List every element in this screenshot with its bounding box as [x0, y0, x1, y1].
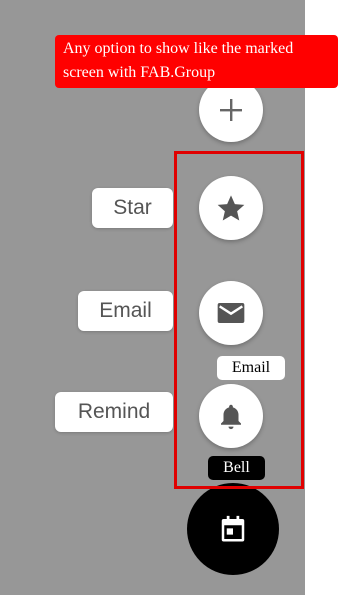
main-fab-button[interactable] [187, 483, 279, 575]
plus-icon [220, 99, 242, 121]
annotation-text: Any option to show like the marked scree… [63, 40, 294, 81]
email-label-chip[interactable]: Email [78, 291, 173, 331]
remind-label: Remind [77, 400, 151, 423]
screen-edge [305, 0, 341, 595]
star-label: Star [113, 196, 152, 219]
email-label: Email [99, 299, 152, 322]
annotation-note: Any option to show like the marked scree… [55, 35, 338, 88]
calendar-icon [221, 515, 245, 542]
remind-label-chip[interactable]: Remind [55, 392, 173, 432]
star-label-chip[interactable]: Star [92, 188, 173, 228]
highlight-marker [174, 151, 304, 489]
